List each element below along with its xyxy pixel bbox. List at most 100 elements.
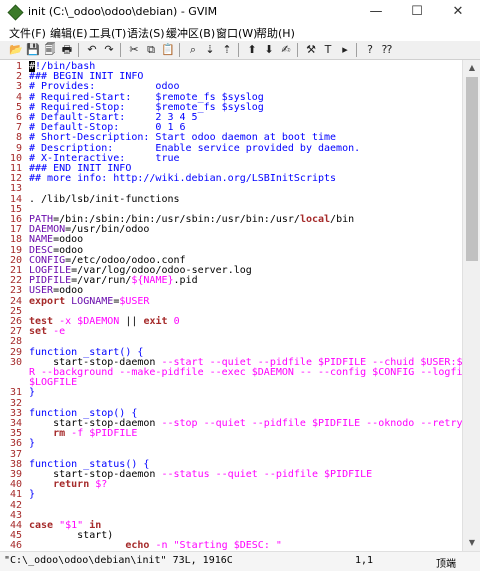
- paste-icon[interactable]: 📋: [161, 43, 175, 57]
- find-next-icon[interactable]: ⇣: [203, 43, 217, 57]
- vertical-scrollbar[interactable]: ▲ ▼: [462, 60, 480, 551]
- code-token: -n "Starting $DESC: ": [155, 540, 281, 551]
- cursor-position: 1,1: [355, 555, 373, 566]
- build-tags-icon[interactable]: T: [321, 43, 335, 57]
- code-token: --status --quiet --pidfile $PIDFILE: [161, 469, 372, 480]
- toolbar-separator: [356, 43, 357, 57]
- make-icon[interactable]: ⚒: [304, 43, 318, 57]
- code-token: LOGNAME: [71, 296, 113, 307]
- window-title: init (C:\_odoo\odoo\debian) - GVIM: [28, 5, 217, 18]
- code-line[interactable]: 14. /lib/lsb/init-functions: [0, 195, 462, 205]
- code-text: }: [29, 490, 35, 500]
- menu-window[interactable]: 窗口(W): [216, 25, 257, 41]
- copy-icon[interactable]: ⧉: [144, 43, 158, 57]
- code-text: . /lib/lsb/init-functions: [29, 195, 180, 205]
- save-session-icon[interactable]: ⬇: [262, 43, 276, 57]
- code-text: ## more info: http://wiki.debian.org/LSB…: [29, 174, 336, 184]
- code-token: rm: [53, 428, 65, 439]
- find-help-icon[interactable]: ⁇: [380, 43, 394, 57]
- code-token: $?: [95, 479, 107, 490]
- undo-icon[interactable]: ↶: [85, 43, 99, 57]
- code-text: echo -n "Starting $DESC: ": [29, 541, 282, 551]
- code-token: 0: [174, 316, 180, 327]
- load-session-icon[interactable]: ⬆: [245, 43, 259, 57]
- redo-icon[interactable]: ↷: [102, 43, 116, 57]
- code-token: . /lib/lsb/init-functions: [29, 194, 180, 205]
- code-token: exit: [143, 316, 167, 327]
- menu-file[interactable]: 文件(F): [9, 25, 46, 41]
- code-line[interactable]: 35 rm -f $PIDFILE: [0, 429, 462, 439]
- code-line[interactable]: 24export LOGNAME=$USER: [0, 297, 462, 307]
- code-token: ||: [119, 316, 143, 327]
- find-prev-icon[interactable]: ⇡: [220, 43, 234, 57]
- code-line[interactable]: 46 echo -n "Starting $DESC: ": [0, 541, 462, 551]
- code-token: [29, 540, 125, 551]
- run-script-icon[interactable]: ✍: [279, 43, 293, 57]
- menu-bar: 文件(F) 编辑(E) 工具(T) 语法(S) 缓冲区(B) 窗口(W) 帮助(…: [0, 24, 480, 41]
- code-text: set -e: [29, 327, 65, 337]
- save-icon[interactable]: 💾: [26, 43, 40, 57]
- code-line[interactable]: 41}: [0, 490, 462, 500]
- code-token: set: [29, 326, 47, 337]
- toolbar-separator: [120, 43, 121, 57]
- scroll-up-arrow-icon[interactable]: ▲: [463, 60, 480, 76]
- code-token: $LOGFILE: [29, 377, 77, 388]
- code-line[interactable]: 27set -e: [0, 327, 462, 337]
- code-token: export: [29, 296, 65, 307]
- print-icon[interactable]: 🖶: [60, 43, 74, 57]
- code-text: R --background --make-pidfile --exec $DA…: [29, 368, 462, 378]
- find-replace-icon[interactable]: ⌕: [186, 43, 200, 57]
- menu-buffers[interactable]: 缓冲区(B): [166, 25, 215, 41]
- close-button[interactable]: ✕: [438, 0, 478, 24]
- code-token: -f $PIDFILE: [71, 428, 137, 439]
- code-text: export LOGNAME=$USER: [29, 297, 149, 307]
- code-line[interactable]: 31}: [0, 388, 462, 398]
- toolbar-separator: [179, 43, 180, 57]
- code-token: -e: [53, 326, 65, 337]
- code-token: /bin: [330, 214, 354, 225]
- minimize-button[interactable]: —: [356, 0, 396, 24]
- menu-syntax[interactable]: 语法(S): [127, 25, 165, 41]
- jump-tag-icon[interactable]: ▸: [338, 43, 352, 57]
- code-text: $LOGFILE: [29, 378, 77, 388]
- status-bar: "C:\_odoo\odoo\debian\init" 73L, 1916C 1…: [0, 551, 480, 571]
- menu-edit[interactable]: 编辑(E): [50, 25, 88, 41]
- toolbar-separator: [238, 43, 239, 57]
- menu-tools[interactable]: 工具(T): [89, 25, 126, 41]
- code-token: -x $DAEMON: [59, 316, 119, 327]
- code-text: }: [29, 439, 35, 449]
- code-token: return: [53, 479, 89, 490]
- code-token: }: [29, 387, 35, 398]
- title-bar: init (C:\_odoo\odoo\debian) - GVIM — ☐ ✕: [0, 0, 480, 25]
- code-text: return $?: [29, 480, 107, 490]
- menu-help[interactable]: 帮助(H): [256, 25, 295, 41]
- text-editor[interactable]: 1#!/bin/bash2### BEGIN INIT INFO3# Provi…: [0, 60, 462, 551]
- code-token: --stop --quiet --pidfile $PIDFILE --okno…: [161, 418, 462, 429]
- line-number: 30: [0, 358, 22, 368]
- code-token: $USER: [119, 296, 149, 307]
- code-token: ${NAME}: [131, 275, 173, 286]
- save-all-icon[interactable]: 🗐: [43, 43, 57, 57]
- code-text: rm -f $PIDFILE: [29, 429, 137, 439]
- help-icon[interactable]: ?: [363, 43, 377, 57]
- cut-icon[interactable]: ✂: [127, 43, 141, 57]
- toolbar: 📂 💾 🗐 🖶 ↶ ↷ ✂ ⧉ 📋 ⌕ ⇣ ⇡ ⬆ ⬇ ✍ ⚒ T ▸ ? ⁇: [0, 41, 480, 60]
- code-line[interactable]: $LOGFILE: [0, 378, 462, 388]
- code-line[interactable]: 26test -x $DAEMON || exit 0: [0, 317, 462, 327]
- code-line[interactable]: 42: [0, 501, 462, 511]
- code-text: }: [29, 388, 35, 398]
- code-token: echo: [125, 540, 149, 551]
- code-line[interactable]: 12## more info: http://wiki.debian.org/L…: [0, 174, 462, 184]
- code-line[interactable]: 36}: [0, 439, 462, 449]
- code-token: ## more info: http://wiki.debian.org/LSB…: [29, 173, 336, 184]
- code-token: local: [300, 214, 330, 225]
- code-line[interactable]: 40 return $?: [0, 480, 462, 490]
- status-file-info: "C:\_odoo\odoo\debian\init" 73L, 1916C: [4, 555, 233, 566]
- maximize-button[interactable]: ☐: [397, 0, 437, 24]
- scroll-down-arrow-icon[interactable]: ▼: [463, 535, 480, 551]
- code-token: R --background --make-pidfile --exec $DA…: [29, 367, 462, 378]
- scroll-position: 顶端: [436, 555, 456, 570]
- scrollbar-thumb[interactable]: [466, 77, 478, 261]
- line-number: 46: [0, 541, 22, 551]
- open-icon[interactable]: 📂: [9, 43, 23, 57]
